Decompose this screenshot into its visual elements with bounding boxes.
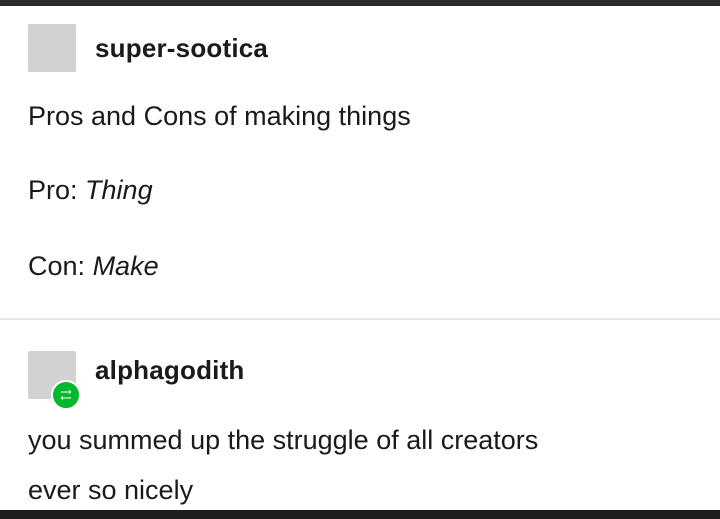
post-reblog: alphagodith you summed up the struggle o… <box>0 320 720 510</box>
post-original: super-sootica Pros and Cons of making th… <box>0 6 720 318</box>
reply-line-1: you summed up the struggle of all creato… <box>28 425 539 455</box>
avatar[interactable] <box>28 24 76 72</box>
pro-value: Thing <box>85 175 153 205</box>
reblog-icon <box>51 380 81 410</box>
pro-line: Pro: Thing <box>28 175 153 206</box>
con-value: Make <box>92 251 159 281</box>
pro-label: Pro: <box>28 175 78 205</box>
reply-line-2: ever so nicely <box>28 475 194 505</box>
post-title: Pros and Cons of making things <box>28 101 411 131</box>
username[interactable]: alphagodith <box>95 355 245 386</box>
bottom-edge <box>0 510 720 519</box>
con-label: Con: <box>28 251 86 281</box>
username[interactable]: super-sootica <box>95 33 268 64</box>
con-line: Con: Make <box>28 251 159 282</box>
reblog-arrows-icon <box>60 389 72 401</box>
